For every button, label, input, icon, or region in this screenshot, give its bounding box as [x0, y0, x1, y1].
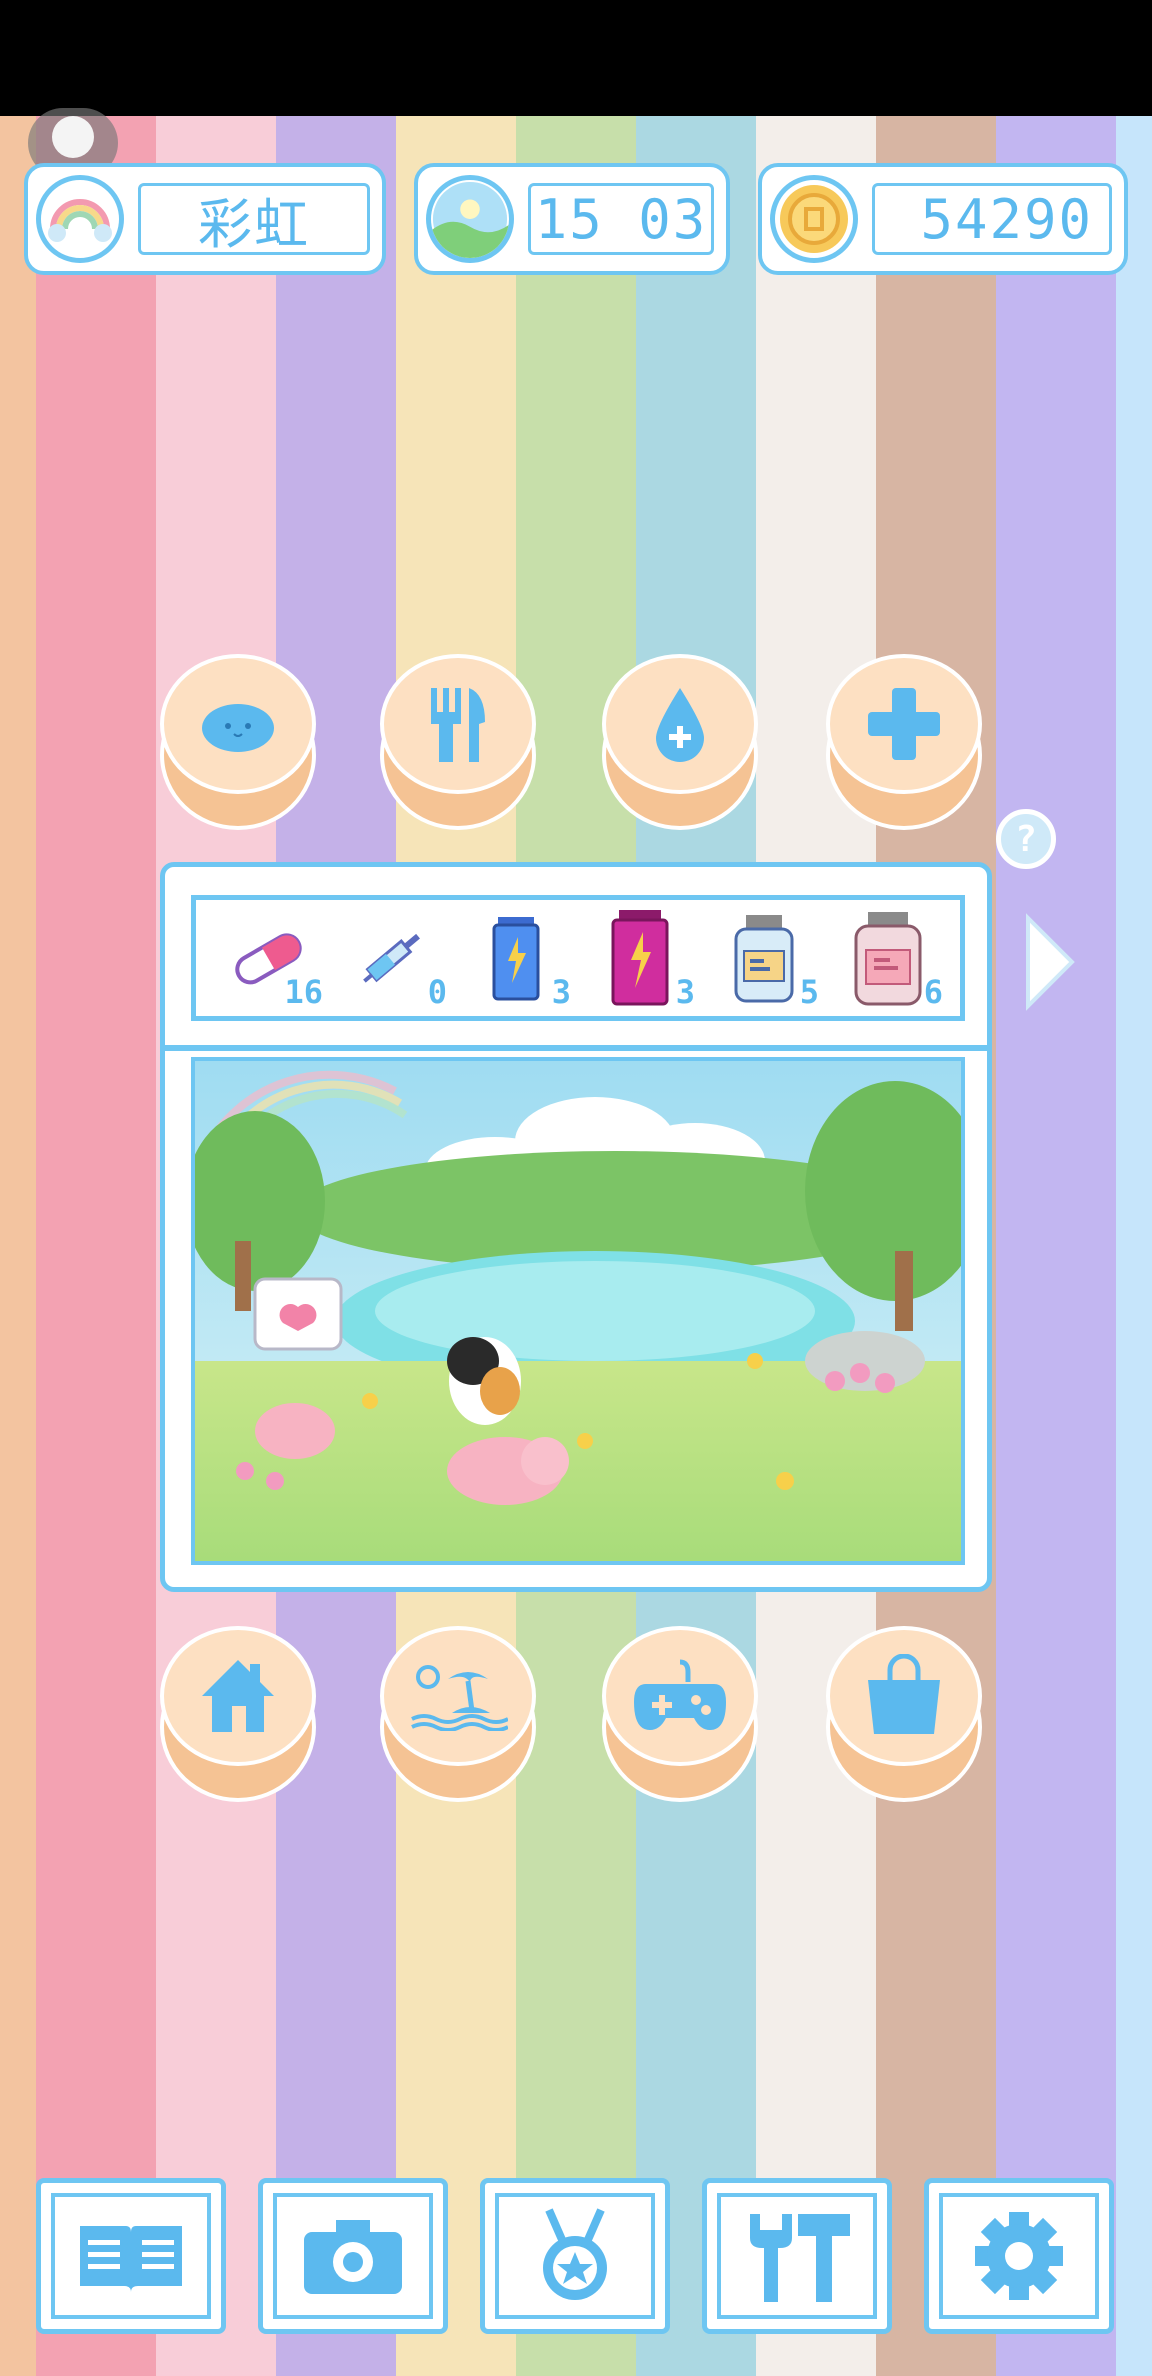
water-drop-icon	[656, 688, 704, 762]
panel-divider	[165, 1045, 987, 1051]
pet-scene[interactable]	[191, 1057, 965, 1565]
settings-gear-icon	[975, 2212, 1063, 2300]
pet-name-pill[interactable]: 彩虹	[24, 163, 386, 275]
item-syringe[interactable]: 0	[337, 903, 447, 1013]
meadow-scene-illustration	[195, 1061, 961, 1561]
plus-icon	[868, 688, 940, 760]
nav-medal-button[interactable]	[480, 2178, 670, 2334]
outing-button[interactable]	[380, 1626, 536, 1802]
day-time-pill[interactable]: 15 03	[414, 163, 730, 275]
pet-status-button[interactable]	[160, 654, 316, 830]
landscape-icon	[426, 175, 514, 263]
blue-jar-icon	[734, 915, 794, 1003]
pet-name-field: 彩虹	[138, 183, 370, 256]
house-icon	[202, 1660, 274, 1732]
beach-island-icon	[411, 1665, 508, 1731]
item-bar: 16 0 3 3 5 6	[191, 895, 965, 1021]
book-icon	[80, 2226, 182, 2292]
item-count: 6	[923, 973, 943, 1011]
blue-energy-drink-icon	[492, 917, 540, 1001]
coins-pill[interactable]: 54290	[758, 163, 1128, 275]
item-count: 3	[551, 973, 571, 1011]
day-time-field: 15 03	[528, 183, 714, 255]
coin-icon	[770, 175, 858, 263]
status-bar	[0, 0, 1152, 116]
medal-icon	[543, 2208, 607, 2300]
water-button[interactable]	[602, 654, 758, 830]
item-count: 16	[284, 973, 323, 1011]
heal-button[interactable]	[826, 654, 982, 830]
item-blue-jar[interactable]: 5	[709, 903, 819, 1013]
rainbow-avatar-icon	[36, 175, 124, 263]
coins-field: 54290	[872, 183, 1112, 255]
nav-camera-button[interactable]	[258, 2178, 448, 2334]
item-pill[interactable]: 16	[213, 903, 323, 1013]
tools-icon	[750, 2214, 850, 2302]
item-pink-jar[interactable]: 6	[833, 903, 943, 1013]
nav-settings-button[interactable]	[924, 2178, 1114, 2334]
item-count: 0	[427, 973, 447, 1011]
help-icon: ?	[1015, 818, 1037, 860]
slime-icon	[202, 704, 274, 752]
pink-jar-icon	[854, 912, 922, 1006]
item-pink-energy-drink[interactable]: 3	[585, 903, 695, 1013]
camera-icon	[304, 2220, 402, 2294]
nav-tools-button[interactable]	[702, 2178, 892, 2334]
pet-panel: 16 0 3 3 5 6	[160, 862, 992, 1592]
feed-button[interactable]	[380, 654, 536, 830]
help-button[interactable]: ?	[996, 809, 1056, 869]
play-button[interactable]	[602, 1626, 758, 1802]
syringe-icon	[363, 933, 420, 983]
home-button[interactable]	[160, 1626, 316, 1802]
items-next-arrow-icon[interactable]	[1022, 912, 1078, 1012]
pink-energy-drink-icon	[611, 910, 669, 1006]
item-count: 3	[675, 973, 695, 1011]
nav-book-button[interactable]	[36, 2178, 226, 2334]
shopping-bag-icon	[868, 1654, 940, 1734]
item-count: 5	[799, 973, 819, 1011]
gamepad-icon	[634, 1659, 726, 1730]
fork-knife-icon	[431, 688, 485, 762]
shop-button[interactable]	[826, 1626, 982, 1802]
item-blue-energy-drink[interactable]: 3	[461, 903, 571, 1013]
